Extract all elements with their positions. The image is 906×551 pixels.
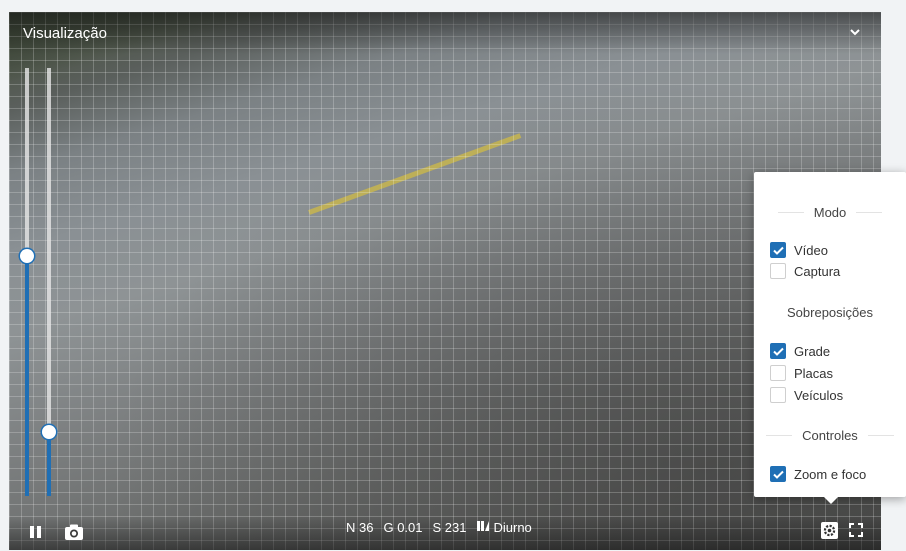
chevron-down-icon[interactable]	[847, 24, 863, 40]
checkbox-box[interactable]	[770, 365, 786, 381]
option-label: Zoom e foco	[794, 466, 867, 482]
slider-fill	[47, 431, 51, 496]
settings-menu: Modo Vídeo Captura Sobreposições Grade P…	[754, 172, 906, 504]
slider-left[interactable]	[20, 68, 34, 496]
checkbox-placas[interactable]: Placas	[770, 363, 833, 383]
status-bar: N 36 G 0.01 S 231 Diurno	[346, 519, 532, 536]
checkbox-grade[interactable]: Grade	[770, 341, 830, 361]
checkbox-video[interactable]: Vídeo	[770, 240, 828, 260]
section-controles: Controles	[754, 425, 906, 445]
checkbox-box[interactable]	[770, 466, 786, 482]
slider-handle[interactable]	[42, 424, 56, 439]
slider-right[interactable]	[42, 68, 56, 496]
video-panel: Visualização N 36 G 0.01 S 231 Diurno	[9, 12, 881, 550]
status-mode: Diurno	[493, 520, 532, 535]
checkbox-zoom-foco[interactable]: Zoom e foco	[770, 464, 866, 484]
option-label: Captura	[794, 263, 841, 279]
slider-fill	[25, 256, 29, 496]
checkbox-captura[interactable]: Captura	[770, 261, 840, 281]
checkbox-box[interactable]	[770, 242, 786, 258]
option-label: Placas	[794, 365, 834, 381]
grid-overlay	[9, 12, 881, 550]
option-label: Grade	[794, 343, 831, 359]
pause-icon[interactable]	[29, 524, 43, 545]
slider-handle[interactable]	[20, 249, 34, 264]
panel-header: Visualização	[9, 12, 881, 54]
section-title: Controles	[802, 427, 858, 443]
option-label: Vídeo	[794, 242, 828, 258]
fullscreen-icon[interactable]	[849, 523, 863, 542]
status-g: G 0.01	[383, 520, 423, 535]
day-night-icon	[476, 519, 490, 536]
panel-title: Visualização	[23, 25, 107, 42]
section-modo: Modo	[754, 202, 906, 222]
section-title: Sobreposições	[787, 304, 873, 320]
status-s: S 231	[432, 520, 467, 535]
camera-icon[interactable]	[64, 523, 84, 546]
section-sobreposicoes: Sobreposições	[754, 302, 906, 322]
option-label: Veículos	[794, 387, 844, 403]
checkbox-box[interactable]	[770, 343, 786, 359]
gear-icon[interactable]	[821, 522, 838, 544]
checkbox-box[interactable]	[770, 387, 786, 403]
status-n: N 36	[346, 520, 374, 535]
checkbox-box[interactable]	[770, 263, 786, 279]
section-title: Modo	[813, 204, 847, 220]
checkbox-veiculos[interactable]: Veículos	[770, 385, 843, 405]
